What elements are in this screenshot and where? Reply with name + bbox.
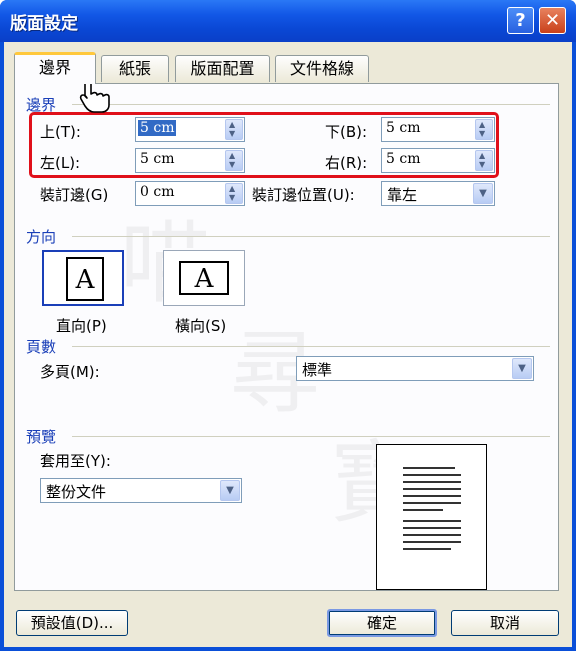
tab-document-grid[interactable]: 文件格線 [275, 55, 369, 82]
preview-line [403, 474, 461, 476]
preview-line [403, 527, 461, 529]
page-preview [376, 444, 487, 590]
preview-section-title: 預覽 [26, 428, 57, 446]
gutter-position-value: 靠左 [387, 186, 418, 204]
chevron-down-icon[interactable]: ▼ [473, 183, 493, 204]
portrait-option[interactable]: A [42, 250, 124, 306]
gutter-field[interactable]: 0 cm ▲ ▼ [135, 181, 245, 206]
portrait-label: 直向(P) [56, 317, 107, 335]
tab-layout[interactable]: 版面配置 [175, 55, 270, 82]
preview-line [403, 502, 461, 504]
window-title: 版面設定 [10, 14, 78, 34]
landscape-page-icon: A [179, 261, 229, 295]
default-button[interactable]: 預設值(D)... [16, 610, 128, 636]
preview-line [403, 481, 461, 483]
tab-label: 紙張 [118, 59, 151, 78]
divider [72, 436, 550, 437]
apply-to-value: 整份文件 [46, 483, 107, 501]
tab-label: 文件格線 [289, 59, 354, 78]
orientation-section-title: 方向 [26, 228, 57, 246]
gutter-position-select[interactable]: 靠左 ▼ [381, 181, 495, 206]
chevron-down-icon[interactable]: ▼ [512, 358, 532, 379]
apply-to-label: 套用至(Y): [40, 452, 111, 470]
preview-line [403, 541, 461, 543]
tab-label: 邊界 [38, 58, 71, 77]
help-button[interactable]: ? [507, 7, 534, 34]
spin-arrows-icon[interactable]: ▲ ▼ [225, 183, 243, 204]
multiple-pages-value: 標準 [302, 361, 333, 379]
landscape-label: 橫向(S) [175, 317, 227, 335]
gutter-value: 0 cm [140, 184, 175, 200]
portrait-page-icon: A [66, 257, 104, 301]
divider [72, 346, 550, 347]
close-button[interactable]: ✕ [539, 7, 566, 34]
gutter-position-label: 裝訂邊位置(U): [252, 186, 355, 204]
preview-line [403, 548, 451, 550]
divider [72, 236, 550, 237]
close-icon: ✕ [544, 10, 561, 31]
preview-line [403, 467, 455, 469]
margins-highlight-box [29, 112, 499, 178]
ok-button[interactable]: 確定 [327, 609, 437, 637]
landscape-option[interactable]: A [163, 250, 245, 306]
pages-section-title: 頁數 [26, 338, 57, 356]
chevron-down-icon[interactable]: ▼ [220, 480, 240, 501]
preview-line [403, 495, 461, 497]
tab-label: 版面配置 [190, 59, 255, 78]
tab-margins[interactable]: 邊界 [14, 52, 96, 84]
preview-line [403, 520, 461, 522]
preview-line [403, 509, 443, 511]
preview-line [403, 534, 461, 536]
apply-to-select[interactable]: 整份文件 ▼ [40, 478, 242, 503]
gutter-label: 裝訂邊(G) [40, 186, 109, 204]
multiple-pages-select[interactable]: 標準 ▼ [296, 356, 534, 381]
divider [72, 104, 550, 105]
multiple-pages-label: 多頁(M): [40, 363, 100, 381]
title-bar[interactable]: 版面設定 ? ✕ [0, 0, 576, 42]
preview-line [403, 488, 461, 490]
cancel-button[interactable]: 取消 [451, 610, 559, 636]
help-icon: ? [515, 10, 526, 31]
